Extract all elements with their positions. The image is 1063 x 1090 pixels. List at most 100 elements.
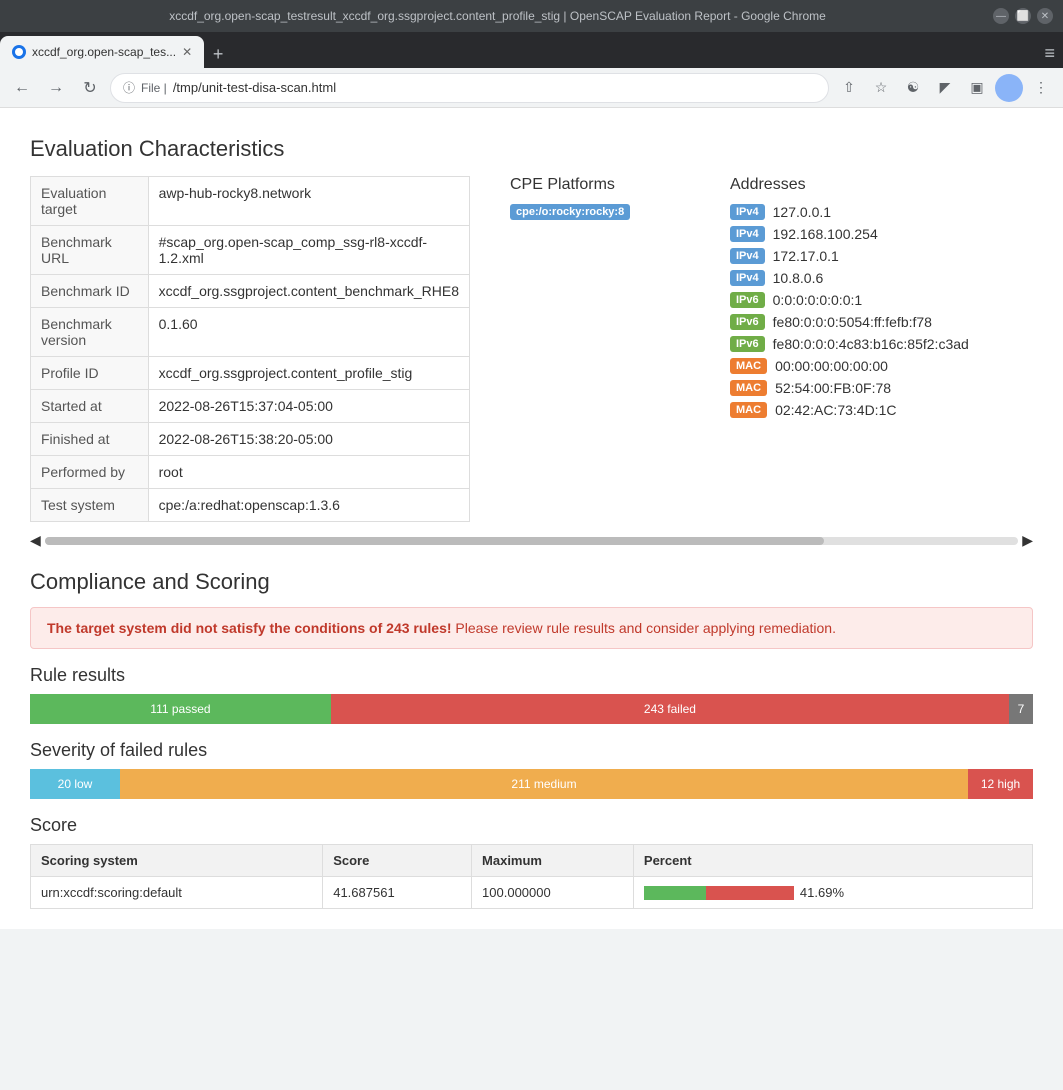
addr-title: Addresses: [730, 176, 970, 194]
hscroll-left-arrow[interactable]: ◀: [30, 532, 41, 549]
addr-badge-ipv6: IPv6: [730, 314, 765, 330]
eval-value: root: [148, 456, 469, 489]
addr-item: IPv60:0:0:0:0:0:0:1: [730, 292, 970, 308]
score-col-header: Percent: [633, 845, 1032, 877]
hscroll-track: [45, 537, 1018, 545]
passed-label: 111 passed: [150, 702, 210, 716]
hscroll-thumb: [45, 537, 824, 545]
addr-item: IPv410.8.0.6: [730, 270, 970, 286]
percent-bar-wrap: 41.69%: [644, 885, 1022, 900]
addr-item: IPv4172.17.0.1: [730, 248, 970, 264]
eval-label: Evaluation target: [31, 177, 149, 226]
hscroll-right-arrow[interactable]: ▶: [1022, 532, 1033, 549]
addr-item: IPv4 192.168.100.254: [730, 226, 970, 242]
score-col-header: Scoring system: [31, 845, 323, 877]
zoom-button[interactable]: ▣: [963, 74, 991, 102]
back-button[interactable]: ←: [8, 74, 36, 102]
score-percent-cell: 41.69%: [633, 877, 1032, 909]
eval-label: Test system: [31, 489, 149, 522]
addr-badge-mac: MAC: [730, 380, 767, 396]
addr-badge-ipv4: IPv4: [730, 204, 765, 220]
addr-value: 10.8.0.6: [773, 270, 824, 286]
rule-results-bar: 111 passed 243 failed 7: [30, 694, 1033, 724]
addr-item: IPv6 fe80:0:0:0:5054:ff:fefb:f78: [730, 314, 970, 330]
eval-value: xccdf_org.ssgproject.content_benchmark_R…: [148, 275, 469, 308]
tab-close-button[interactable]: ✕: [182, 45, 192, 59]
eval-value: awp-hub-rocky8.network: [148, 177, 469, 226]
bar-high: 12 high: [968, 769, 1033, 799]
eval-value: #scap_org.open-scap_comp_ssg-rl8-xccdf-1…: [148, 226, 469, 275]
addr-badge-mac: MAC: [730, 358, 767, 374]
address-bar: ← → ↻ ⓘ File | ⇧ ☆ ☯ ◤ ▣ ⋮: [0, 68, 1063, 108]
forward-button[interactable]: →: [42, 74, 70, 102]
maximize-button[interactable]: ⬜: [1015, 8, 1031, 24]
addr-value: 52:54:00:FB:0F:78: [775, 380, 891, 396]
score-table: Scoring systemScoreMaximumPercent urn:xc…: [30, 844, 1033, 909]
compliance-title: Compliance and Scoring: [30, 569, 1033, 595]
profile-avatar[interactable]: [995, 74, 1023, 102]
eval-table-row: Benchmark version0.1.60: [31, 308, 470, 357]
addr-value: 127.0.0.1: [773, 204, 831, 220]
eval-table-col: Evaluation targetawp-hub-rocky8.networkB…: [30, 176, 470, 522]
cast-button[interactable]: ◤: [931, 74, 959, 102]
bar-medium: 211 medium: [120, 769, 968, 799]
active-tab[interactable]: xccdf_org.open-scap_tes... ✕: [0, 36, 204, 68]
eval-label: Performed by: [31, 456, 149, 489]
percent-fill-green: [644, 886, 707, 900]
eval-value: 2022-08-26T15:38:20-05:00: [148, 423, 469, 456]
alert-rest: Please review rule results and consider …: [452, 620, 836, 636]
page-content: Evaluation Characteristics Evaluation ta…: [0, 108, 1063, 929]
eval-table-row: Test systemcpe:/a:redhat:openscap:1.3.6: [31, 489, 470, 522]
medium-label: 211 medium: [511, 777, 576, 791]
addr-value: fe80:0:0:0:4c83:b16c:85f2:c3ad: [773, 336, 969, 352]
eval-label: Benchmark URL: [31, 226, 149, 275]
addr-value: 172.17.0.1: [773, 248, 839, 264]
window-title: xccdf_org.open-scap_testresult_xccdf_org…: [10, 9, 985, 23]
reload-button[interactable]: ↻: [76, 74, 104, 102]
score-section: Score Scoring systemScoreMaximumPercent …: [30, 815, 1033, 909]
minimize-button[interactable]: —: [993, 8, 1009, 24]
eval-table-row: Benchmark IDxccdf_org.ssgproject.content…: [31, 275, 470, 308]
eval-table-row: Performed byroot: [31, 456, 470, 489]
addr-value: fe80:0:0:0:5054:ff:fefb:f78: [773, 314, 932, 330]
high-label: 12 high: [981, 777, 1020, 791]
eval-label: Profile ID: [31, 357, 149, 390]
eval-value: cpe:/a:redhat:openscap:1.3.6: [148, 489, 469, 522]
addr-col: Addresses IPv4 127.0.0.1 IPv4 192.168.100.2…: [730, 176, 970, 424]
failed-label: 243 failed: [644, 702, 696, 716]
close-button[interactable]: ✕: [1037, 8, 1053, 24]
address-input[interactable]: [173, 80, 816, 95]
window-controls: — ⬜ ✕: [993, 8, 1053, 24]
cpe-badge: cpe:/o:rocky:rocky:8: [510, 204, 630, 220]
addr-badge-ipv6: IPv6: [730, 292, 765, 308]
eval-label: Benchmark ID: [31, 275, 149, 308]
eval-table-row: Profile IDxccdf_org.ssgproject.content_p…: [31, 357, 470, 390]
bar-error: 7: [1009, 694, 1033, 724]
score-system: urn:xccdf:scoring:default: [31, 877, 323, 909]
title-bar: xccdf_org.open-scap_testresult_xccdf_org…: [0, 0, 1063, 32]
addr-item: MAC 52:54:00:FB:0F:78: [730, 380, 970, 396]
score-value: 41.687561: [323, 877, 472, 909]
eval-value: xccdf_org.ssgproject.content_profile_sti…: [148, 357, 469, 390]
eval-table-row: Benchmark URL#scap_org.open-scap_comp_ss…: [31, 226, 470, 275]
eval-label: Finished at: [31, 423, 149, 456]
addr-value: 00:00:00:00:00:00: [775, 358, 888, 374]
addr-badge-mac: MAC: [730, 402, 767, 418]
eval-label: Benchmark version: [31, 308, 149, 357]
eval-table-row: Started at2022-08-26T15:37:04-05:00: [31, 390, 470, 423]
eval-table-row: Evaluation targetawp-hub-rocky8.network: [31, 177, 470, 226]
addr-item: MAC02:42:AC:73:4D:1C: [730, 402, 970, 418]
new-tab-button[interactable]: +: [204, 40, 232, 68]
addr-value: 192.168.100.254: [773, 226, 878, 242]
low-label: 20 low: [58, 777, 93, 791]
cpe-title: CPE Platforms: [510, 176, 690, 194]
addr-badge-ipv4: IPv4: [730, 226, 765, 242]
percent-value: 41.69%: [800, 885, 844, 900]
address-actions: ⇧ ☆ ☯ ◤ ▣ ⋮: [835, 74, 1055, 102]
extensions-button[interactable]: ☯: [899, 74, 927, 102]
hscroll[interactable]: ◀ ▶: [30, 532, 1033, 549]
menu-button[interactable]: ⋮: [1027, 74, 1055, 102]
bookmark-button[interactable]: ☆: [867, 74, 895, 102]
tab-options: ≡: [1036, 39, 1063, 68]
share-button[interactable]: ⇧: [835, 74, 863, 102]
